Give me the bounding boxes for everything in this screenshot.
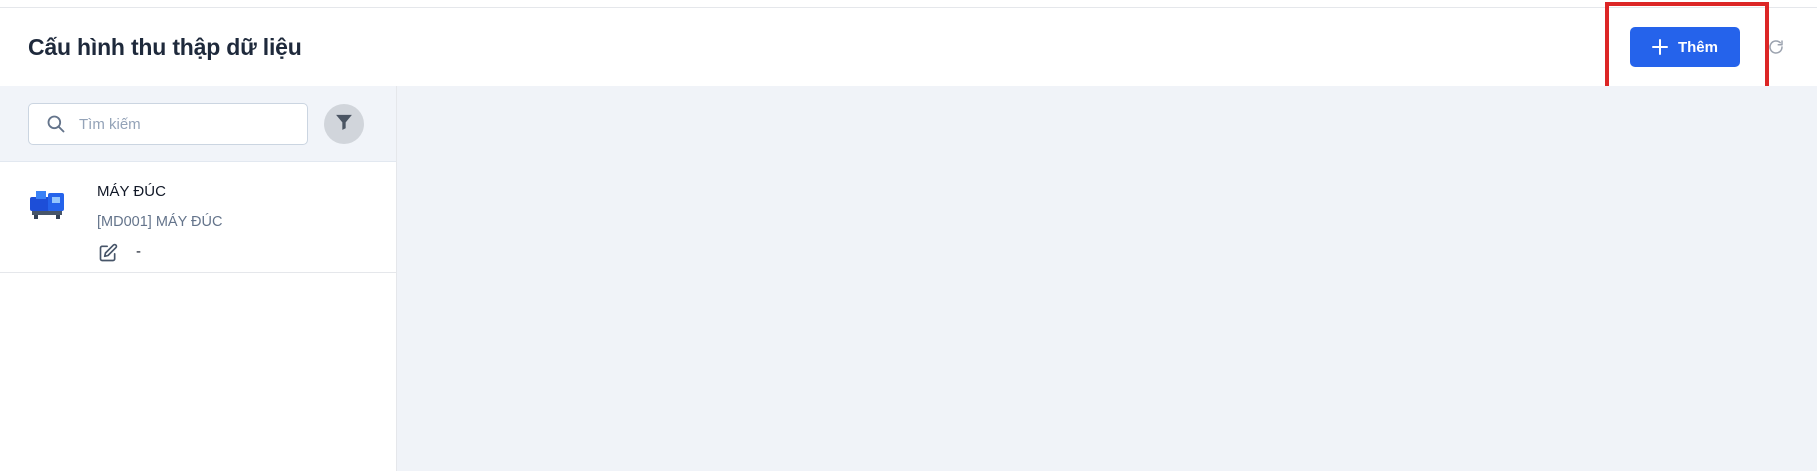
list-item[interactable]: MÁY ĐÚC [MD001] MÁY ĐÚC - <box>0 163 396 273</box>
page: Cấu hình thu thập dữ liệu Thêm Tìm kiếm … <box>0 0 1817 471</box>
list-item-subtitle: [MD001] MÁY ĐÚC <box>97 214 223 230</box>
filter-icon <box>334 112 354 137</box>
page-title: Cấu hình thu thập dữ liệu <box>28 34 302 60</box>
page-header: Cấu hình thu thập dữ liệu <box>0 8 1817 86</box>
sidebar-toolbar <box>0 86 396 162</box>
search-icon <box>45 113 67 135</box>
sidebar: MÁY ĐÚC [MD001] MÁY ĐÚC - <box>0 86 397 471</box>
add-button-label: Thêm <box>1677 38 1718 56</box>
refresh-icon[interactable] <box>1765 36 1787 58</box>
search-input[interactable] <box>77 114 297 134</box>
search-box[interactable] <box>28 103 308 145</box>
plus-icon <box>1651 39 1668 55</box>
detail-panel <box>397 86 1817 471</box>
add-button[interactable]: Thêm <box>1630 27 1740 67</box>
filter-button[interactable] <box>324 104 364 144</box>
list-item-title: MÁY ĐÚC <box>97 183 166 200</box>
list-item-meta: - <box>136 243 141 260</box>
machine-image <box>28 187 68 221</box>
edit-icon[interactable] <box>97 242 119 264</box>
